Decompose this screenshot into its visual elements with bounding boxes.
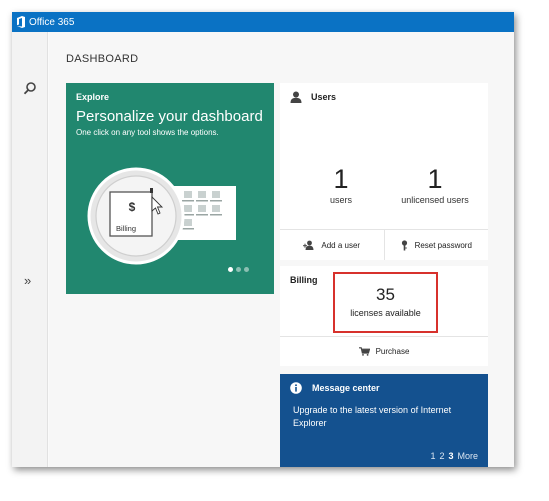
message-page-1[interactable]: 1 — [430, 451, 435, 461]
top-bar: Office 365 — [12, 12, 514, 32]
explore-subtitle: One click on any tool shows the options. — [76, 128, 219, 137]
dashboard-content: DASHBOARD Explore Personalize your dashb… — [49, 32, 514, 467]
shopping-cart-icon — [358, 347, 370, 356]
info-icon — [290, 382, 302, 394]
add-user-label: Add a user — [321, 240, 361, 250]
add-user-button[interactable]: Add a user — [280, 230, 384, 260]
page-title: DASHBOARD — [66, 53, 139, 65]
carousel-dot-3[interactable] — [244, 267, 249, 272]
users-title[interactable]: Users — [311, 92, 336, 102]
unlicensed-users-stat[interactable]: 1 unlicensed users — [390, 165, 480, 205]
message-center-title[interactable]: Message center — [312, 383, 380, 393]
users-caption: users — [329, 195, 352, 205]
office-logo-icon — [17, 16, 25, 28]
licenses-caption: licenses available — [350, 308, 421, 318]
users-actions: Add a user Reset password — [280, 229, 488, 260]
users-stat[interactable]: 1 users — [305, 165, 377, 205]
message-text[interactable]: Upgrade to the latest version of Interne… — [293, 404, 473, 430]
billing-tile: Billing 35 licenses available Purchase — [280, 266, 488, 366]
more-link[interactable]: More — [457, 451, 478, 461]
explore-label: Explore — [76, 92, 110, 102]
left-rail: » — [12, 32, 48, 467]
message-page-2[interactable]: 2 — [439, 451, 444, 461]
users-tile: Users 1 users 1 unlicensed users Add a u… — [280, 83, 488, 260]
explore-tile[interactable]: Explore Personalize your dashboard One c… — [66, 83, 274, 294]
users-count: 1 — [333, 164, 349, 194]
message-center-header: Message center — [290, 382, 380, 394]
illustration-billing-label: Billing — [116, 224, 136, 233]
explore-headline: Personalize your dashboard — [76, 108, 263, 125]
users-header: Users — [290, 91, 336, 103]
add-user-icon — [303, 240, 314, 250]
app-title[interactable]: Office 365 — [29, 17, 74, 28]
purchase-label: Purchase — [375, 347, 410, 356]
illustration-dollar-sign: $ — [129, 200, 136, 214]
expand-nav-icon[interactable]: » — [24, 273, 31, 288]
purchase-button[interactable]: Purchase — [280, 336, 488, 366]
unlicensed-caption: unlicensed users — [401, 195, 469, 205]
carousel-dot-1[interactable] — [228, 267, 233, 272]
message-center-tile: Message center Upgrade to the latest ver… — [280, 374, 488, 467]
reset-password-label: Reset password — [414, 240, 472, 250]
search-icon[interactable] — [23, 81, 37, 95]
dashboard-illustration: $ Billing — [87, 167, 236, 265]
carousel-dot-2[interactable] — [236, 267, 241, 272]
unlicensed-count: 1 — [427, 164, 443, 194]
office365-window: Office 365 » DASHBOARD Explore Personali… — [12, 12, 514, 467]
reset-password-button[interactable]: Reset password — [383, 230, 489, 260]
user-icon — [290, 91, 302, 103]
licenses-available-highlight[interactable]: 35 licenses available — [333, 272, 438, 333]
message-page-3[interactable]: 3 — [448, 451, 453, 461]
carousel-dots — [228, 267, 249, 272]
key-icon — [401, 239, 407, 250]
licenses-count: 35 — [376, 285, 395, 304]
billing-title[interactable]: Billing — [290, 275, 318, 285]
message-pager: 1 2 3 More — [430, 451, 478, 461]
